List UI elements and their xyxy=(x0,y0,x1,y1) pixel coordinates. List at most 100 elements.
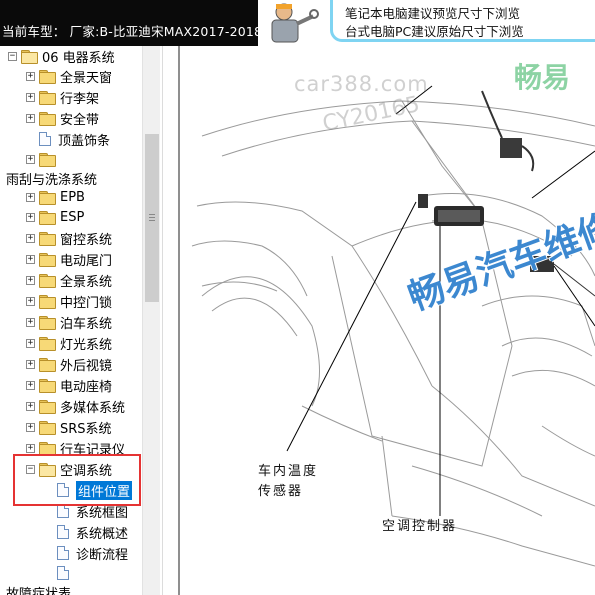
folder-icon xyxy=(39,400,56,414)
expand-icon[interactable]: + xyxy=(26,422,35,432)
expand-icon[interactable]: + xyxy=(26,338,35,348)
navigation-tree[interactable]: − 06 电器系统 + 全景天窗 + 行李架 + 安全带 顶盖饰条 + 雨刮与洗… xyxy=(0,46,162,595)
document-icon xyxy=(39,132,51,146)
expand-icon[interactable]: + xyxy=(26,296,35,306)
folder-icon xyxy=(39,91,56,105)
tree-node-sunroof[interactable]: + 全景天窗 xyxy=(26,66,112,86)
tree-node-overview[interactable]: 系统概述 xyxy=(57,522,128,542)
folder-icon xyxy=(39,232,56,246)
scrollbar-thumb[interactable] xyxy=(145,134,159,302)
grip-line xyxy=(149,214,155,215)
collapse-icon[interactable]: − xyxy=(8,51,17,61)
folder-icon xyxy=(39,337,56,351)
viewing-notice: 笔记本电脑建议预览尺寸下浏览 台式电脑PC建议原始尺寸下浏览 xyxy=(330,0,595,42)
expand-icon[interactable]: + xyxy=(26,92,35,102)
tree-node-panorama[interactable]: + 全景系统 xyxy=(26,270,112,290)
expand-icon[interactable]: + xyxy=(26,254,35,264)
tree-node-label: 中控门锁 xyxy=(60,295,113,311)
tree-node-power-seat[interactable]: + 电动座椅 xyxy=(26,375,112,395)
grip-line xyxy=(149,217,155,218)
tree-node-label: SRS系统 xyxy=(60,421,112,437)
tree-node-epb[interactable]: + EPB xyxy=(26,187,85,207)
folder-icon xyxy=(39,421,56,435)
document-icon xyxy=(57,546,69,560)
folder-icon xyxy=(39,70,56,84)
expand-icon[interactable]: + xyxy=(26,71,35,81)
callout-cabin-temp-sensor-line2: 传感器 xyxy=(258,484,304,499)
folder-icon xyxy=(39,253,56,267)
tree-node-label: 雨刮与洗涤系统 xyxy=(6,172,98,188)
cabin-temp-sensor-component xyxy=(418,194,484,226)
tree-scrollbar[interactable] xyxy=(142,46,160,595)
tree-node-window-control[interactable]: + 窗控系统 xyxy=(26,228,112,248)
tree-node-lighting[interactable]: + 灯光系统 xyxy=(26,333,112,353)
expand-icon[interactable]: + xyxy=(26,380,35,390)
tree-node-label: 系统概述 xyxy=(76,526,129,542)
tree-node-parking[interactable]: + 泊车系统 xyxy=(26,312,112,332)
tree-node-label: 故障症状表 xyxy=(6,586,72,595)
tree-node-central-lock[interactable]: + 中控门锁 xyxy=(26,291,112,311)
tree-node-label: 诊断流程 xyxy=(76,547,129,563)
tree-node-roof-rack[interactable]: + 行李架 xyxy=(26,87,99,107)
tree-node-label: 窗控系统 xyxy=(60,232,113,248)
expand-icon[interactable]: + xyxy=(26,317,35,327)
tree-node-electrical[interactable]: − 06 电器系统 xyxy=(8,46,115,66)
tree-node-fault-symptoms[interactable]: 故障症状表 xyxy=(6,582,71,595)
callout-cabin-temp-sensor: 车内温度 xyxy=(258,464,319,479)
component-location-diagram: 车内温度 传感器 空调控制器 car388.com CY20165 畅易 畅易汽… xyxy=(182,46,595,595)
folder-icon xyxy=(39,153,56,167)
folder-icon xyxy=(39,295,56,309)
expand-icon[interactable]: + xyxy=(26,443,35,453)
tree-node-seatbelt[interactable]: + 安全带 xyxy=(26,108,99,128)
tree-node-label: 灯光系统 xyxy=(60,337,113,353)
expand-icon[interactable]: + xyxy=(26,212,35,222)
car-interior-drawing xyxy=(191,85,595,567)
document-icon xyxy=(57,525,69,539)
tree-node-diagnostic-flow[interactable]: 诊断流程 xyxy=(57,543,128,563)
current-car-label: 当前车型： 厂家:B-比亚迪宋MAX2017-2018 xyxy=(2,24,263,39)
expand-icon[interactable]: + xyxy=(26,113,35,123)
header-bar: 当前车型： 厂家:B-比亚迪宋MAX2017-2018 xyxy=(0,0,262,46)
expand-icon[interactable]: + xyxy=(26,154,35,164)
tree-node-label: 外后视镜 xyxy=(60,358,113,374)
expand-icon[interactable]: + xyxy=(26,233,35,243)
tree-node-esp[interactable]: + ESP xyxy=(26,207,84,227)
callout-ac-controller: 空调控制器 xyxy=(382,519,458,534)
tree-node-power-tailgate[interactable]: + 电动尾门 xyxy=(26,249,112,269)
tree-node-label: 顶盖饰条 xyxy=(58,133,111,149)
tree-node-mirrors[interactable]: + 外后视镜 xyxy=(26,354,112,374)
expand-icon[interactable]: + xyxy=(26,359,35,369)
tree-node-label: 全景系统 xyxy=(60,274,113,290)
panel-splitter[interactable] xyxy=(162,46,178,595)
tree-node-unnamed[interactable]: + xyxy=(26,149,60,169)
watermark-site: car388.com xyxy=(294,72,429,96)
expand-icon[interactable]: + xyxy=(26,275,35,285)
tree-node-multimedia[interactable]: + 多媒体系统 xyxy=(26,396,125,416)
tree-node-label: 电动座椅 xyxy=(60,379,113,395)
expand-icon[interactable]: + xyxy=(26,192,35,202)
expand-icon[interactable]: + xyxy=(26,401,35,411)
folder-icon xyxy=(39,191,56,205)
tree-node-label: EPB xyxy=(60,189,85,205)
tree-node-label: ESP xyxy=(60,209,85,225)
tree-node-wiper[interactable]: 雨刮与洗涤系统 xyxy=(6,168,97,188)
tree-node-roof-trim[interactable]: 顶盖饰条 xyxy=(39,129,110,149)
ac-controller-component xyxy=(481,90,535,172)
folder-icon xyxy=(39,358,56,372)
folder-icon xyxy=(39,211,56,225)
tree-node-label: 电动尾门 xyxy=(60,253,113,269)
mechanic-icon xyxy=(271,3,319,43)
content-pane-border xyxy=(178,46,180,595)
folder-icon xyxy=(39,379,56,393)
tree-node-label: 06 电器系统 xyxy=(42,50,115,66)
folder-icon xyxy=(39,112,56,126)
folder-icon xyxy=(39,274,56,288)
tree-node-srs[interactable]: + SRS系统 xyxy=(26,417,112,437)
tree-node-blank-page[interactable] xyxy=(57,563,76,583)
notice-line-1: 笔记本电脑建议预览尺寸下浏览 xyxy=(345,6,521,21)
tree-node-label: 安全带 xyxy=(60,112,100,128)
document-icon xyxy=(57,566,69,580)
grip-line xyxy=(149,220,155,221)
watermark-brand-small: 畅易 xyxy=(514,61,571,94)
tree-node-label: 行李架 xyxy=(60,91,100,107)
